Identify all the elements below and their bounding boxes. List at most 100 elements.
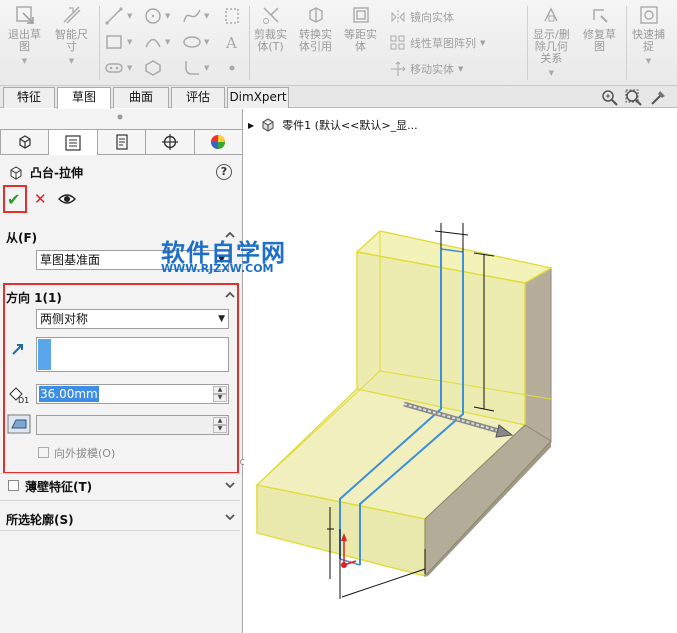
- ribbon-separator: [527, 6, 528, 80]
- previous-view-icon[interactable]: [649, 89, 667, 107]
- boss-extrude-icon: [10, 165, 22, 180]
- appearance-icon: [211, 135, 226, 149]
- convert-entities-button[interactable]: 转换实 体引用: [299, 4, 332, 53]
- preview-eye-icon[interactable]: [58, 192, 76, 206]
- tab-evaluate[interactable]: 评估: [171, 87, 225, 108]
- rectangle-tool-icon[interactable]: [104, 32, 124, 52]
- zoom-area-icon[interactable]: [625, 89, 643, 107]
- line-tool-icon[interactable]: [104, 6, 124, 26]
- depth-input[interactable]: 36.00mm ▲ ▼: [36, 384, 229, 404]
- tab-sketch[interactable]: 草图: [57, 87, 111, 109]
- section-divider: [0, 530, 240, 531]
- chevron-down-icon[interactable]: [224, 480, 236, 490]
- origin-point: [341, 562, 347, 568]
- display-delete-relations-button[interactable]: 显示/删 除几何 关系 ▼: [533, 4, 570, 79]
- chevron-up-icon[interactable]: [224, 290, 236, 300]
- text-tool-icon[interactable]: A: [222, 32, 242, 52]
- chevron-down-icon: ▼: [21, 57, 28, 65]
- smart-dimension-button[interactable]: 智能尺 寸 ▼: [55, 4, 88, 67]
- end-condition-select[interactable]: 两侧对称 ▼: [36, 309, 229, 329]
- chevron-down-icon[interactable]: ▼: [458, 65, 463, 73]
- tab-featuremanager[interactable]: [0, 129, 50, 155]
- draft-angle-input[interactable]: ▲ ▼: [36, 415, 229, 435]
- chevron-down-icon[interactable]: ▼: [480, 39, 485, 47]
- tab-dimxpert[interactable]: DimXpert: [227, 87, 289, 108]
- panel-tabs: [0, 129, 244, 155]
- reverse-direction-icon[interactable]: [11, 342, 25, 356]
- chevron-down-icon[interactable]: ▼: [165, 38, 170, 46]
- end-condition-value: 两侧对称: [40, 312, 89, 326]
- draft-outward-checkbox[interactable]: [38, 447, 49, 458]
- relations-icon: [544, 7, 558, 22]
- exit-sketch-label: 退出草 图: [8, 28, 41, 53]
- ellipse-tool-icon[interactable]: [182, 32, 202, 52]
- tab-surfaces[interactable]: 曲面: [113, 87, 169, 108]
- exit-sketch-button[interactable]: 退出草 图 ▼: [8, 4, 41, 67]
- graphics-viewport[interactable]: ▶ 零件1 (默认<<默认>_显...: [244, 109, 677, 633]
- polygon-tool-icon[interactable]: [143, 58, 163, 78]
- from-section-label: 从(F): [6, 231, 38, 245]
- chevron-down-icon: ▼: [645, 57, 652, 65]
- mirror-entities-button[interactable]: 镜向实体: [390, 9, 454, 25]
- repair-sketch-icon: [592, 9, 608, 23]
- crosshair-icon: [161, 134, 178, 150]
- repair-sketch-label: 修复草 图: [583, 28, 616, 53]
- draft-outward-label: 向外拔模(O): [54, 447, 116, 460]
- chevron-down-icon[interactable]: ▼: [127, 38, 132, 46]
- thin-feature-checkbox[interactable]: [8, 480, 19, 491]
- linear-pattern-button[interactable]: 线性草图阵列 ▼: [390, 35, 485, 51]
- trim-entities-button[interactable]: 剪裁实 体(T): [254, 4, 287, 53]
- spin-up-icon[interactable]: ▲: [213, 417, 227, 425]
- tab-dimxpertmanager[interactable]: [146, 129, 195, 155]
- direction-selection-box[interactable]: [36, 337, 229, 372]
- chevron-down-icon[interactable]: ▼: [204, 64, 209, 72]
- chevron-down-icon[interactable]: [224, 512, 236, 522]
- convert-entities-icon: [308, 7, 323, 23]
- tab-configurationmanager[interactable]: [97, 129, 147, 155]
- slot-tool-icon[interactable]: [104, 58, 124, 78]
- chevron-down-icon[interactable]: ▼: [165, 12, 170, 20]
- chevron-down-icon[interactable]: ▼: [127, 64, 132, 72]
- tab-features[interactable]: 特征: [3, 87, 55, 108]
- ok-button[interactable]: ✔: [7, 190, 20, 209]
- help-button[interactable]: ?: [216, 164, 232, 180]
- property-manager-icon: [65, 134, 81, 151]
- chevron-down-icon: ▼: [218, 314, 225, 324]
- repair-sketch-button[interactable]: 修复草 图: [583, 4, 616, 53]
- trim-icon: [262, 7, 279, 24]
- linear-pattern-label: 线性草图阵列: [410, 37, 476, 50]
- point-tool-icon[interactable]: [222, 58, 242, 78]
- tab-propertymanager[interactable]: [49, 129, 98, 155]
- direction1-label: 方向 1(1): [6, 291, 62, 305]
- fillet-tool-icon[interactable]: [182, 58, 202, 78]
- chevron-down-icon[interactable]: ▼: [204, 38, 209, 46]
- feature-header: 凸台-拉伸: [8, 164, 83, 181]
- quick-snaps-button[interactable]: 快速捕 捉 ▼: [632, 4, 665, 67]
- thin-feature-label: 薄壁特征(T): [25, 480, 93, 494]
- tab-displaymanager[interactable]: [194, 129, 244, 155]
- quick-snaps-label: 快速捕 捉: [632, 28, 665, 53]
- spin-up-icon[interactable]: ▲: [213, 386, 227, 394]
- plane-tool-icon[interactable]: [222, 6, 242, 26]
- cancel-button[interactable]: ✕: [34, 190, 47, 208]
- offset-entities-button[interactable]: 等距实 体: [344, 4, 377, 53]
- selected-contours-label: 所选轮廓(S): [6, 513, 74, 527]
- circle-tool-icon[interactable]: [143, 6, 163, 26]
- spin-down-icon[interactable]: ▼: [213, 425, 227, 433]
- arc-tool-icon[interactable]: [143, 32, 163, 52]
- chevron-down-icon[interactable]: ▼: [204, 12, 209, 20]
- convert-entities-label: 转换实 体引用: [299, 28, 332, 53]
- draft-icon[interactable]: [7, 414, 31, 434]
- from-select-value: 草图基准面: [40, 253, 101, 267]
- chevron-down-icon[interactable]: ▼: [127, 12, 132, 20]
- spin-down-icon[interactable]: ▼: [213, 394, 227, 402]
- model-preview: [255, 223, 553, 599]
- offset-entities-icon: [352, 7, 369, 23]
- move-entities-button[interactable]: 移动实体 ▼: [390, 61, 463, 77]
- zoom-to-fit-icon[interactable]: [601, 89, 619, 107]
- chevron-down-icon: ▼: [548, 69, 555, 77]
- panel-collapse-dot-icon[interactable]: [116, 113, 124, 121]
- spline-tool-icon[interactable]: [182, 6, 202, 26]
- svg-text:A: A: [225, 34, 237, 52]
- ribbon-separator: [249, 6, 250, 80]
